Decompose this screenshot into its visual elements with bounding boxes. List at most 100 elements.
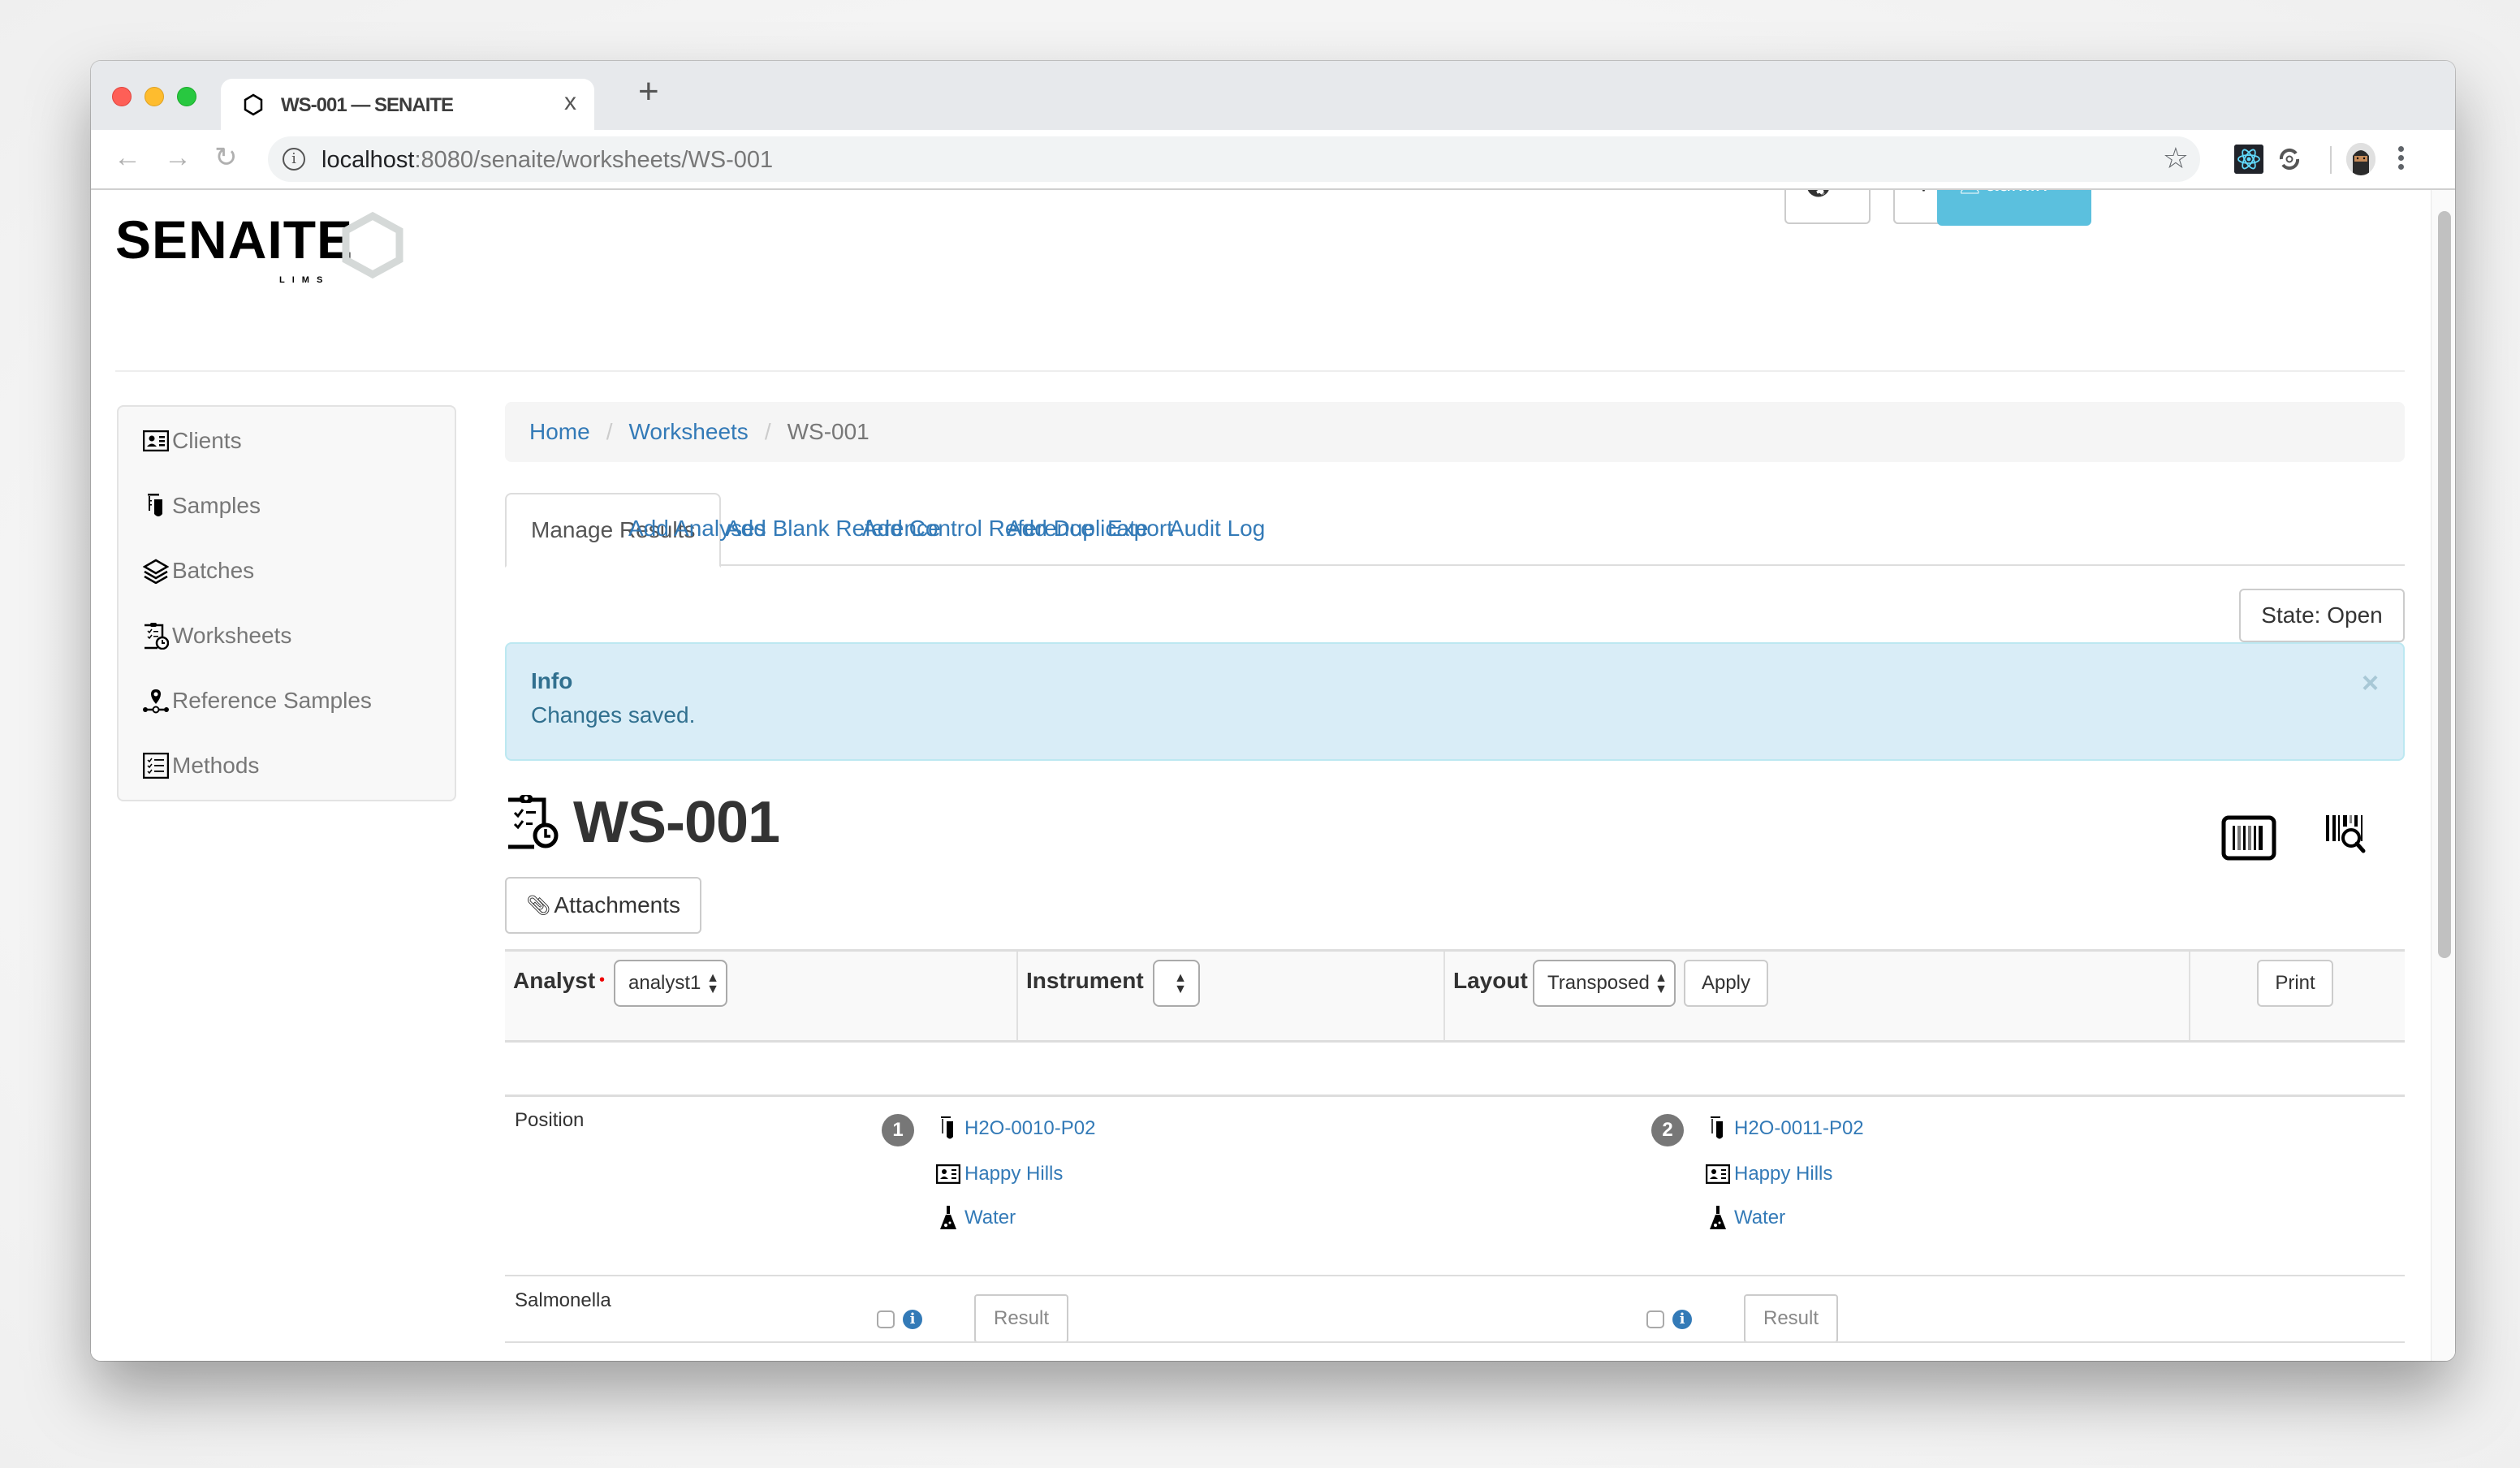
sample-type-link[interactable]: Water: [1734, 1207, 1785, 1229]
apply-button[interactable]: Apply: [1684, 960, 1768, 1007]
select-arrows-icon: ▲ ▼: [706, 971, 719, 996]
sidebar-item-clients[interactable]: Clients: [143, 425, 242, 457]
sample-type-flask-icon: [935, 1205, 961, 1231]
react-devtools-extension-icon[interactable]: [2234, 145, 2263, 174]
worksheets-icon: [143, 623, 169, 650]
close-window-button[interactable]: [112, 87, 132, 106]
sample-icon: [935, 1116, 961, 1142]
layout-select[interactable]: Transposed ▲ ▼: [1533, 960, 1676, 1007]
url-text[interactable]: localhost:8080/senaite/worksheets/WS-001: [321, 147, 773, 174]
site-info-icon[interactable]: i: [283, 148, 305, 171]
barcode-print-icon[interactable]: [2221, 815, 2276, 861]
page-scrollbar[interactable]: [2431, 190, 2455, 1361]
batches-icon: [143, 558, 169, 584]
breadcrumb-separator: /: [764, 419, 771, 444]
sync-extension-icon[interactable]: [2275, 145, 2304, 174]
content-tabs: Manage Results Add Analyses Add Blank Re…: [505, 493, 2405, 568]
browser-menu-icon[interactable]: [2398, 143, 2406, 173]
admin-user-dropdown[interactable]: 👤︎ admin ▾: [1937, 190, 2091, 226]
samples-icon: [143, 493, 169, 519]
print-button[interactable]: Print: [2257, 960, 2333, 1007]
senaite-logo[interactable]: SENAITE LIMS: [115, 201, 408, 295]
instrument-label: Instrument: [1026, 968, 1144, 993]
chevron-down-icon: ▾: [1836, 190, 1844, 192]
layout-label: Layout: [1453, 968, 1528, 993]
sample-icon: [1705, 1116, 1731, 1142]
sidebar-item-samples[interactable]: Samples: [143, 490, 261, 522]
client-icon: [1705, 1161, 1731, 1187]
page-content: 🌏︎ ▾ ▾ ⚙ 👤︎ admin ▾ SENAITE LIMS: [91, 190, 2455, 1361]
alert-message: Changes saved.: [531, 702, 696, 728]
globe-icon: 🌏︎: [1804, 190, 1833, 199]
sidebar-item-label: Reference Samples: [172, 688, 372, 713]
browser-toolbar: ← → ↻ i localhost:8080/senaite/worksheet…: [91, 130, 2455, 190]
sample-id-link[interactable]: H2O-0011-P02: [1734, 1117, 1864, 1140]
analyst-select-value: analyst1: [628, 972, 701, 994]
sidebar-item-methods[interactable]: Methods: [143, 749, 259, 782]
alert-close-icon[interactable]: ×: [2362, 668, 2379, 697]
analysis-select-checkbox[interactable]: [877, 1310, 895, 1328]
back-icon[interactable]: ←: [114, 141, 141, 174]
toolbar-separator: [2330, 146, 2332, 174]
sidebar-item-batches[interactable]: Batches: [143, 555, 254, 587]
minimize-window-button[interactable]: [145, 87, 164, 106]
sidebar-item-reference-samples[interactable]: Reference Samples: [143, 684, 372, 717]
sidebar-nav: Clients Samples Batches Worksheets Refer…: [117, 405, 456, 801]
scrollbar-thumb[interactable]: [2438, 211, 2451, 958]
client-link[interactable]: Happy Hills: [964, 1163, 1063, 1185]
instrument-cell: Instrument ▲ ▼: [1018, 952, 1445, 1040]
sample-id-link[interactable]: H2O-0010-P02: [964, 1117, 1095, 1140]
tab-close-icon[interactable]: x: [564, 90, 576, 114]
analyst-label: Analyst: [513, 968, 596, 993]
sample-type-link-line: Water: [935, 1205, 1016, 1231]
state-button[interactable]: State: Open: [2239, 589, 2405, 642]
forward-icon[interactable]: →: [164, 141, 192, 174]
tab-audit-log[interactable]: Audit Log: [1145, 493, 1289, 566]
attachments-button[interactable]: 📎︎ Attachments: [505, 877, 701, 934]
analysis-name: Salmonella: [515, 1289, 611, 1311]
new-tab-button[interactable]: +: [638, 74, 659, 110]
breadcrumb-home-link[interactable]: Home: [529, 419, 590, 445]
alert-title: Info: [531, 668, 573, 693]
bookmark-star-icon[interactable]: ☆: [2163, 141, 2189, 175]
logo-text: SENAITE: [115, 209, 353, 270]
analysis-info-icon[interactable]: i: [1672, 1310, 1692, 1329]
user-icon: 👤︎: [1957, 190, 1983, 196]
profile-avatar[interactable]: [2346, 143, 2375, 175]
barcode-search-icon[interactable]: [2325, 814, 2380, 859]
result-input[interactable]: Result: [974, 1294, 1068, 1343]
sidebar-item-worksheets[interactable]: Worksheets: [143, 620, 291, 652]
position-row-label: Position: [515, 1109, 585, 1131]
breadcrumb-worksheets-link[interactable]: Worksheets: [628, 419, 748, 445]
breadcrumb-current: WS-001: [787, 419, 869, 444]
browser-tab[interactable]: WS-001 — SENAITE x: [221, 79, 594, 131]
select-arrows-icon: ▲ ▼: [1174, 971, 1187, 996]
analysis-select-checkbox[interactable]: [1646, 1310, 1664, 1328]
maximize-window-button[interactable]: [177, 87, 196, 106]
sample-link-line: H2O-0010-P02: [935, 1116, 1095, 1142]
analyst-cell: Analyst • analyst1 ▲ ▼: [505, 952, 1018, 1040]
url-host: localhost: [321, 147, 415, 173]
layout-select-value: Transposed: [1547, 972, 1650, 994]
position-badge: 1: [882, 1114, 914, 1146]
worksheet-toolbar: Analyst • analyst1 ▲ ▼ Instrument ▲ ▼ Layo…: [505, 949, 2405, 1043]
instrument-select[interactable]: ▲ ▼: [1153, 960, 1200, 1007]
analyst-select[interactable]: analyst1 ▲ ▼: [614, 960, 727, 1007]
analysis-info-icon[interactable]: i: [903, 1310, 922, 1329]
tab-title: WS-001 — SENAITE: [281, 94, 454, 116]
breadcrumb-separator: /: [606, 419, 613, 444]
select-arrows-icon: ▲ ▼: [1655, 971, 1668, 996]
sample-link-line: H2O-0011-P02: [1705, 1116, 1864, 1142]
address-bar[interactable]: i localhost:8080/senaite/worksheets/WS-0…: [268, 136, 2200, 182]
sidebar-item-label: Samples: [172, 493, 261, 518]
reload-icon[interactable]: ↻: [214, 141, 238, 174]
result-input[interactable]: Result: [1744, 1294, 1838, 1343]
client-link[interactable]: Happy Hills: [1734, 1163, 1832, 1185]
row-divider: [505, 1341, 2405, 1343]
browser-tab-bar: WS-001 — SENAITE x +: [91, 61, 2455, 131]
senaite-favicon-icon: [244, 93, 263, 116]
layout-cell: Layout Transposed ▲ ▼ Apply: [1445, 952, 2190, 1040]
language-dropdown[interactable]: 🌏︎ ▾: [1784, 190, 1871, 224]
row-divider: [505, 1275, 2405, 1276]
sample-type-link[interactable]: Water: [964, 1207, 1016, 1229]
